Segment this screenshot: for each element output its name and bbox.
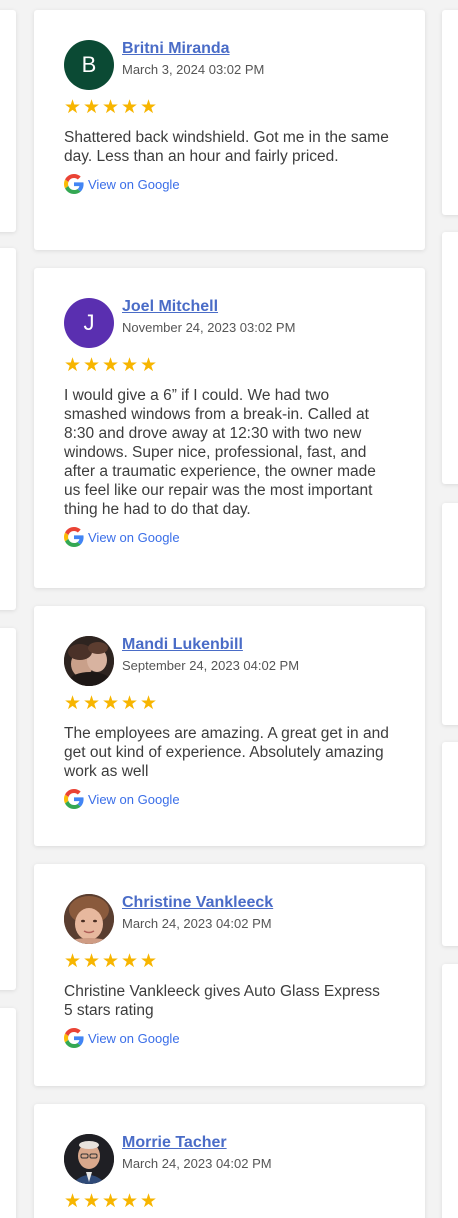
avatar: B [64, 40, 114, 90]
star-icon: ★ [121, 693, 140, 714]
star-icon: ★ [83, 97, 102, 118]
adjacent-card-right [442, 232, 458, 484]
star-rating: ★★★★★ [64, 951, 395, 972]
avatar-initial: J [83, 310, 95, 335]
google-g-icon [64, 789, 84, 809]
star-icon: ★ [140, 951, 159, 972]
avatar-photo [64, 1134, 114, 1184]
review-header: Christine Vankleeck March 24, 2023 04:02… [64, 894, 395, 944]
avatar: J [64, 298, 114, 348]
photo-avatar-icon [64, 894, 114, 944]
review-date: September 24, 2023 04:02 PM [122, 658, 300, 673]
review-card: J Joel Mitchell November 24, 2023 03:02 … [34, 268, 425, 588]
review-card: Christine Vankleeck March 24, 2023 04:02… [34, 864, 425, 1086]
review-header: J Joel Mitchell November 24, 2023 03:02 … [64, 298, 395, 348]
review-header: Mandi Lukenbill September 24, 2023 04:02… [64, 636, 395, 686]
star-icon: ★ [83, 693, 102, 714]
star-icon: ★ [102, 1191, 121, 1212]
photo-avatar-icon [64, 636, 114, 686]
star-rating: ★★★★★ [64, 1191, 395, 1212]
star-rating: ★★★★★ [64, 693, 395, 714]
review-header: B Britni Miranda March 3, 2024 03:02 PM [64, 40, 395, 90]
star-icon: ★ [140, 1191, 159, 1212]
star-icon: ★ [140, 97, 159, 118]
adjacent-card-left [0, 10, 16, 232]
adjacent-card-right [442, 10, 458, 215]
adjacent-card-right [442, 964, 458, 1218]
reviewer-name-link[interactable]: Christine Vankleeck [122, 894, 273, 912]
adjacent-card-right [442, 742, 458, 946]
review-text: Shattered back windshield. Got me in the… [64, 129, 389, 165]
star-icon: ★ [102, 355, 121, 376]
review-text: The employees are amazing. A great get i… [64, 725, 389, 780]
reviewer-name-link[interactable]: Britni Miranda [122, 40, 264, 58]
reviews-column: B Britni Miranda March 3, 2024 03:02 PM … [0, 0, 458, 1218]
adjacent-card-left [0, 1008, 16, 1218]
star-icon: ★ [102, 693, 121, 714]
star-icon: ★ [102, 951, 121, 972]
star-icon: ★ [121, 97, 140, 118]
star-icon: ★ [140, 693, 159, 714]
reviewer-name-link[interactable]: Morrie Tacher [122, 1134, 272, 1152]
star-icon: ★ [64, 693, 83, 714]
star-rating: ★★★★★ [64, 355, 395, 376]
reviewer-name-link[interactable]: Mandi Lukenbill [122, 636, 299, 654]
star-icon: ★ [102, 97, 121, 118]
review-date: March 24, 2023 04:02 PM [122, 916, 272, 931]
star-icon: ★ [83, 355, 102, 376]
view-on-google-link[interactable]: View on Google [88, 530, 180, 545]
photo-avatar-icon [64, 1134, 114, 1184]
reviewer-name-link[interactable]: Joel Mitchell [122, 298, 295, 316]
star-icon: ★ [64, 951, 83, 972]
star-icon: ★ [140, 355, 159, 376]
avatar-initial: B [81, 52, 97, 77]
review-text: Christine Vankleeck gives Auto Glass Exp… [64, 983, 380, 1019]
review-date: November 24, 2023 03:02 PM [122, 320, 296, 335]
view-on-google-link[interactable]: View on Google [88, 1031, 180, 1046]
star-icon: ★ [121, 951, 140, 972]
adjacent-card-left [0, 248, 16, 610]
adjacent-card-left [0, 628, 16, 990]
review-header: Morrie Tacher March 24, 2023 04:02 PM [64, 1134, 395, 1184]
star-icon: ★ [83, 951, 102, 972]
star-icon: ★ [121, 1191, 140, 1212]
adjacent-card-right [442, 503, 458, 725]
review-card: B Britni Miranda March 3, 2024 03:02 PM … [34, 10, 425, 250]
avatar-photo [64, 894, 114, 944]
google-g-icon [64, 174, 84, 194]
review-date: March 3, 2024 03:02 PM [122, 62, 265, 77]
review-date: March 24, 2023 04:02 PM [122, 1156, 272, 1171]
google-g-icon [64, 527, 84, 547]
star-icon: ★ [64, 97, 83, 118]
star-rating: ★★★★★ [64, 97, 395, 118]
review-card: Morrie Tacher March 24, 2023 04:02 PM ★★… [34, 1104, 425, 1218]
google-g-icon [64, 1028, 84, 1048]
star-icon: ★ [121, 355, 140, 376]
avatar-photo [64, 636, 114, 686]
star-icon: ★ [83, 1191, 102, 1212]
view-on-google-link[interactable]: View on Google [88, 177, 180, 192]
view-on-google-link[interactable]: View on Google [88, 792, 180, 807]
review-text: I would give a 6” if I could. We had two… [64, 387, 376, 518]
review-card: Mandi Lukenbill September 24, 2023 04:02… [34, 606, 425, 846]
star-icon: ★ [64, 355, 83, 376]
star-icon: ★ [64, 1191, 83, 1212]
